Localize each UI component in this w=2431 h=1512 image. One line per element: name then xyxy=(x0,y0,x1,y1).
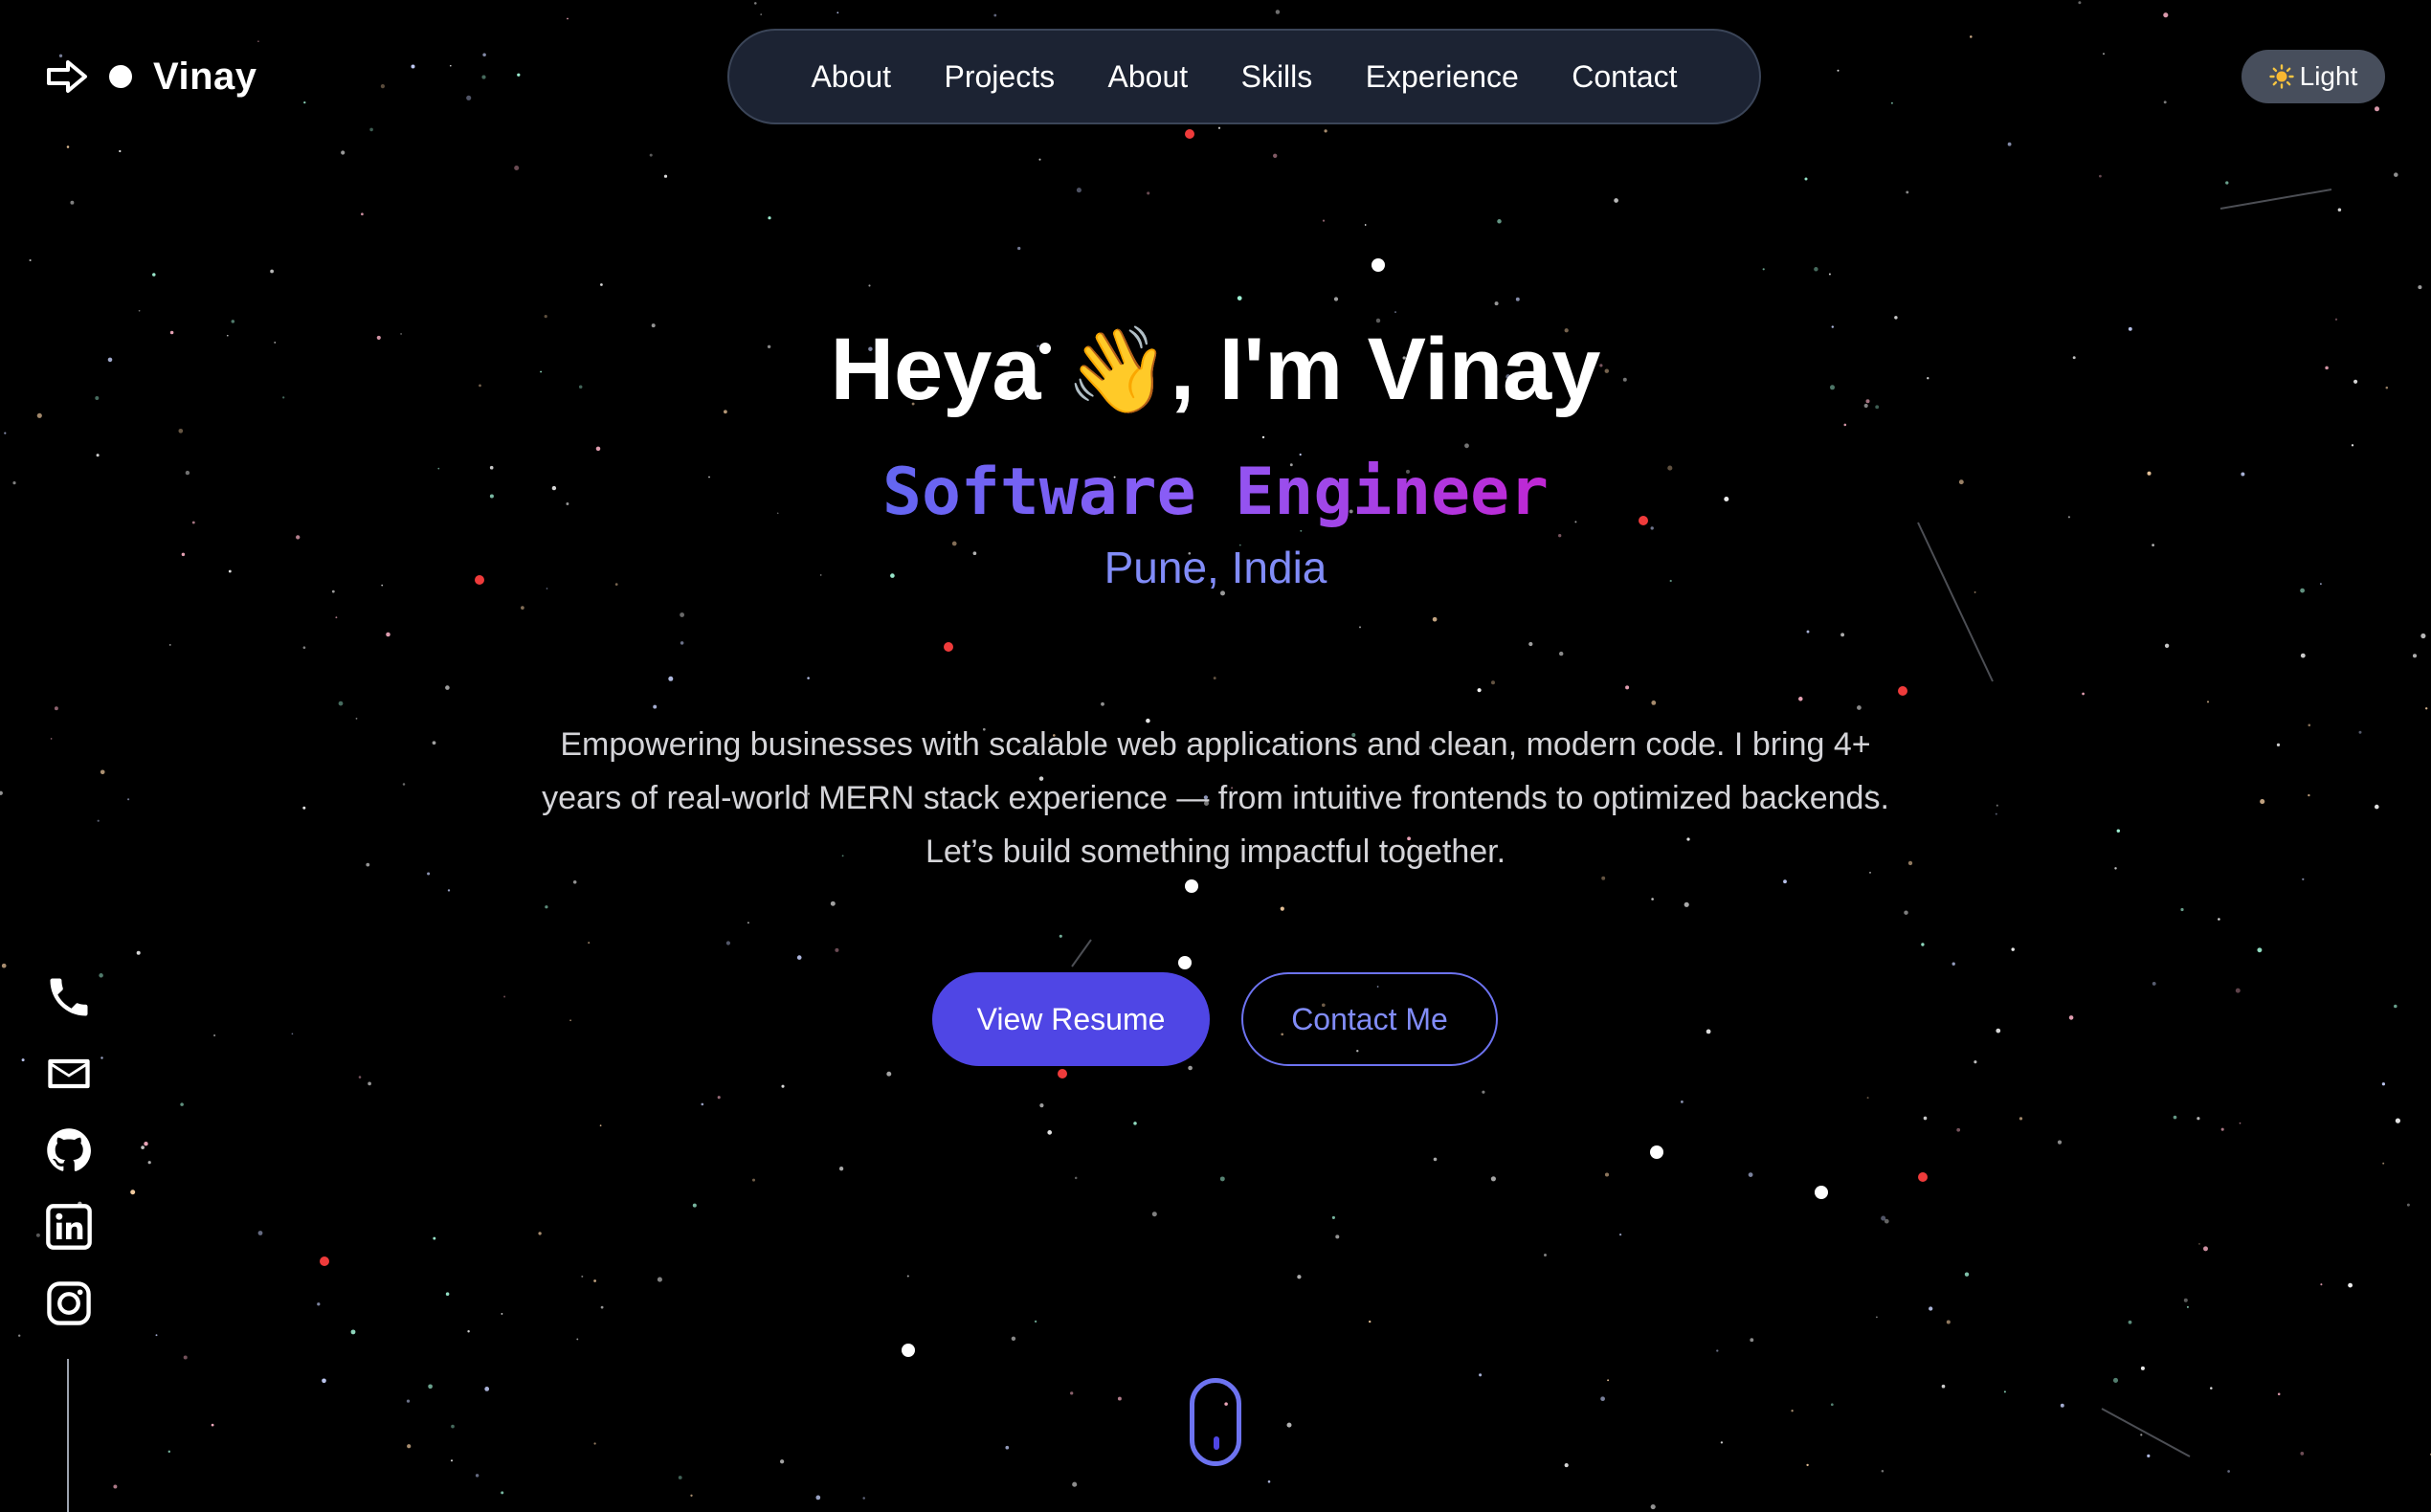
page: Vinay About Projects About Skills Experi… xyxy=(0,0,2431,1512)
view-resume-button[interactable]: View Resume xyxy=(932,972,1210,1066)
nav-item-skills[interactable]: Skills xyxy=(1241,59,1313,95)
phone-icon[interactable] xyxy=(44,972,94,1022)
nav-item-projects[interactable]: Projects xyxy=(945,59,1056,95)
theme-toggle-label: Light xyxy=(2299,61,2358,91)
hero-role-text: Software Engineer xyxy=(882,455,1549,530)
nav-item-about[interactable]: About xyxy=(811,59,891,95)
social-divider-line xyxy=(67,1359,69,1512)
brand-name: Vinay xyxy=(153,55,257,98)
linkedin-icon[interactable] xyxy=(44,1202,94,1252)
email-icon[interactable] xyxy=(44,1049,94,1099)
instagram-icon[interactable] xyxy=(44,1279,94,1328)
hero-role-title: Software Engineer xyxy=(0,455,2431,530)
waving-hand-icon: 👋 xyxy=(1065,322,1171,417)
hero-name-text: , I'm Vinay xyxy=(1170,321,1601,418)
hero-heading: Heya 👋, I'm Vinay xyxy=(0,325,2431,413)
mouse-scroll-wheel xyxy=(1214,1436,1219,1450)
theme-toggle-button[interactable]: Light xyxy=(2241,50,2385,103)
nav-item-contact[interactable]: Contact xyxy=(1572,59,1677,95)
sun-icon xyxy=(2268,64,2294,89)
brand[interactable]: Vinay xyxy=(46,50,257,103)
nav-item-about-2[interactable]: About xyxy=(1108,59,1189,95)
github-icon[interactable] xyxy=(44,1125,94,1175)
contact-me-button[interactable]: Contact Me xyxy=(1241,972,1498,1066)
nav-item-experience[interactable]: Experience xyxy=(1366,59,1519,95)
hero-greeting-text: Heya xyxy=(830,321,1041,418)
brand-dot-icon xyxy=(109,65,132,88)
navbar: About Projects About Skills Experience C… xyxy=(727,29,1761,124)
hero-description: Empowering businesses with scalable web … xyxy=(542,726,1889,870)
arrow-right-icon xyxy=(47,60,87,93)
hero-location: Pune, India xyxy=(1104,543,1327,592)
mouse-scroll-icon[interactable] xyxy=(1190,1378,1241,1466)
